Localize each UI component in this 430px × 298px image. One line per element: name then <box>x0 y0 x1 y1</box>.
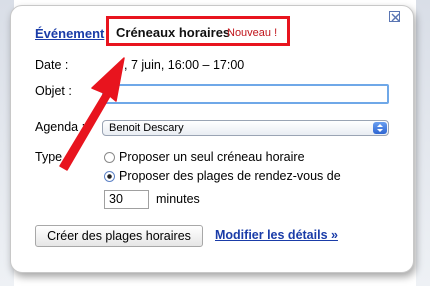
objet-input[interactable] <box>102 84 389 104</box>
duration-input[interactable]: 30 <box>104 190 149 209</box>
agenda-select-value: Benoit Descary <box>109 122 184 134</box>
agenda-label: Agenda : <box>35 120 86 134</box>
radio-single-slot-label: Proposer un seul créneau horaire <box>119 150 305 164</box>
agenda-select[interactable]: Benoit Descary <box>102 120 389 136</box>
edit-details-link[interactable]: Modifier les détails » <box>215 228 338 242</box>
date-label: Date : <box>35 58 69 72</box>
type-label: Type : <box>35 150 70 164</box>
background-strip-right <box>416 0 430 286</box>
radio-single-slot[interactable] <box>104 152 115 163</box>
duration-unit-label: minutes <box>156 192 200 206</box>
new-badge: Nouveau ! <box>227 27 278 39</box>
create-slots-button[interactable]: Créer des plages horaires <box>35 225 203 247</box>
select-arrows-icon <box>373 122 387 134</box>
tab-time-slots-label: Créneaux horaires <box>116 25 231 40</box>
objet-label: Objet : <box>35 84 72 98</box>
screenshot-stage: Événement Créneaux horaires Nouveau ! Da… <box>0 0 430 298</box>
tab-event[interactable]: Événement <box>35 26 104 41</box>
text-cursor <box>106 89 107 100</box>
tab-time-slots[interactable]: Créneaux horaires Nouveau ! <box>106 16 290 46</box>
date-value: , 7 juin, 16:00 – 17:00 <box>124 58 245 72</box>
close-icon[interactable] <box>389 11 400 22</box>
radio-appointment-slots-label: Proposer des plages de rendez-vous de <box>119 169 341 183</box>
radio-appointment-slots[interactable] <box>104 171 115 182</box>
